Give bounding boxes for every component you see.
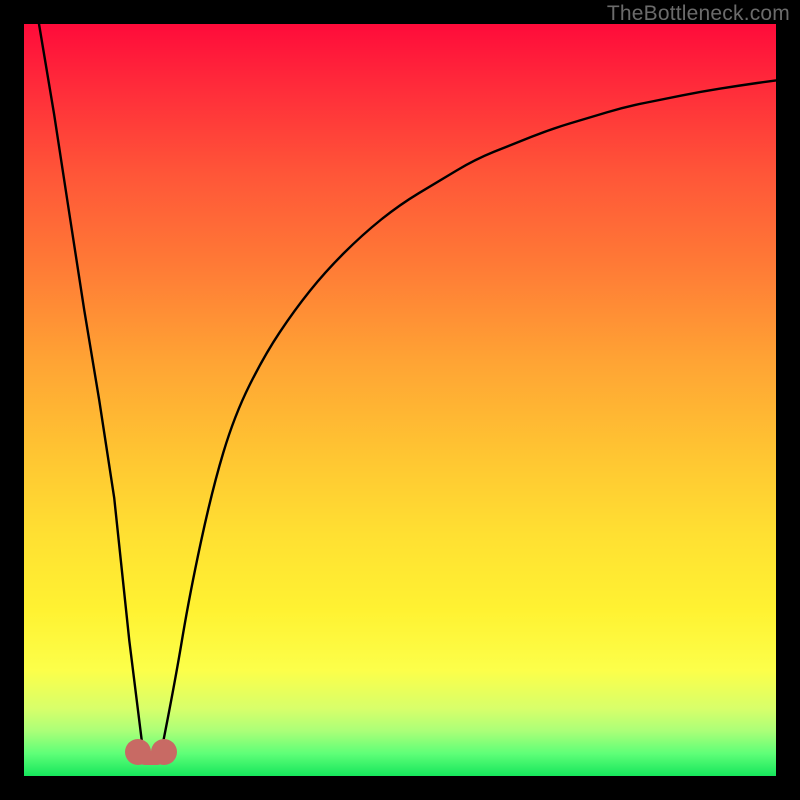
bottleneck-curve-right (159, 80, 776, 761)
watermark-text: TheBottleneck.com (607, 2, 790, 26)
chart-frame: TheBottleneck.com (0, 0, 800, 800)
curve-overlay (24, 24, 776, 776)
bottleneck-curve-left (39, 24, 144, 761)
